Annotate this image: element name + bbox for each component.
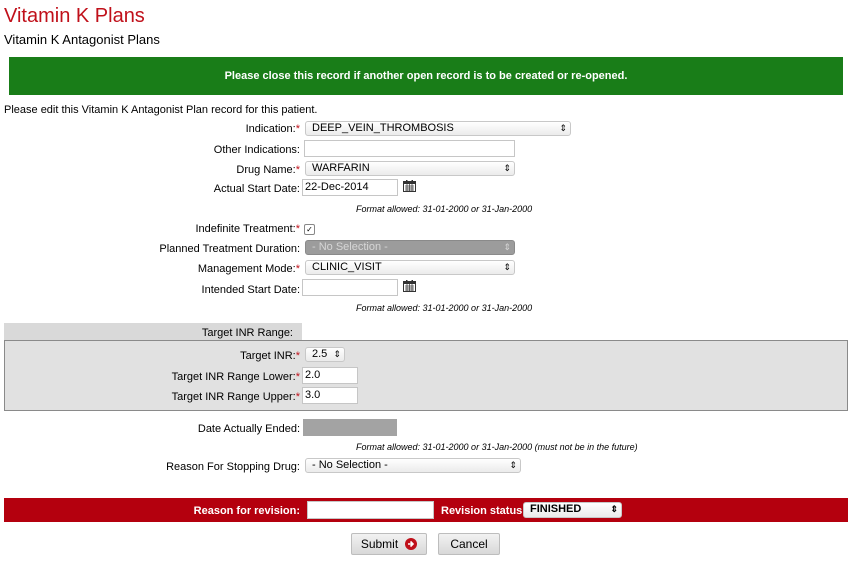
page-title: Vitamin K Plans	[4, 5, 145, 27]
select-arrow-icon: ⇕	[559, 123, 567, 133]
indefinite-treatment-label: Indefinite Treatment:*	[195, 223, 300, 235]
cancel-button[interactable]: Cancel	[438, 533, 500, 555]
reason-stopping-select[interactable]: - No Selection - ⇕	[305, 458, 521, 473]
intro-text: Please edit this Vitamin K Antagonist Pl…	[4, 104, 318, 116]
submit-button[interactable]: Submit	[351, 533, 427, 555]
date-actually-ended-input	[303, 419, 397, 436]
target-inr-lower-input[interactable]: 2.0	[302, 367, 358, 384]
other-indications-input[interactable]	[304, 140, 515, 157]
target-inr-lower-label: Target INR Range Lower:*	[171, 371, 300, 383]
notice-banner: Please close this record if another open…	[9, 57, 843, 95]
arrow-right-circle-icon	[405, 538, 418, 550]
select-arrow-icon: ⇕	[503, 163, 511, 173]
page-subtitle: Vitamin K Antagonist Plans	[4, 32, 160, 47]
date-actually-ended-label: Date Actually Ended:	[197, 423, 300, 435]
target-inr-label: Target INR:*	[240, 350, 300, 362]
format-hint: Format allowed: 31-01-2000 or 31-Jan-200…	[356, 303, 533, 313]
select-arrow-icon: ⇕	[610, 504, 618, 514]
revision-status-label: Revision status:	[441, 505, 526, 517]
planned-duration-label: Planned Treatment Duration:	[159, 243, 300, 255]
select-arrow-icon: ⇕	[509, 460, 517, 470]
reason-stopping-label: Reason For Stopping Drug:	[166, 461, 300, 473]
submit-label: Submit	[360, 537, 399, 551]
format-hint-future: Format allowed: 31-01-2000 or 31-Jan-200…	[356, 442, 638, 452]
cancel-label: Cancel	[450, 537, 488, 551]
management-mode-select[interactable]: CLINIC_VISIT ⇕	[305, 260, 515, 275]
actual-start-date-label: Actual Start Date:	[213, 183, 300, 195]
drug-name-select[interactable]: WARFARIN ⇕	[305, 161, 515, 176]
actual-start-date-input[interactable]: 22-Dec-2014	[302, 179, 398, 196]
revision-reason-label: Reason for revision:	[193, 505, 300, 517]
notice-text: Please close this record if another open…	[224, 70, 628, 82]
calendar-icon[interactable]	[403, 280, 416, 292]
target-inr-select[interactable]: 2.5 ⇕	[305, 347, 345, 362]
select-arrow-icon: ⇕	[503, 262, 511, 272]
intended-start-date-input[interactable]	[302, 279, 398, 296]
calendar-icon[interactable]	[403, 180, 416, 192]
other-indications-label: Other Indications:	[213, 144, 300, 156]
revision-reason-input[interactable]	[307, 501, 434, 519]
target-inr-upper-label: Target INR Range Upper:*	[171, 391, 300, 403]
planned-duration-select: - No Selection - ⇕	[305, 240, 515, 255]
format-hint: Format allowed: 31-01-2000 or 31-Jan-200…	[356, 204, 533, 214]
select-arrow-icon: ⇕	[503, 242, 511, 252]
indication-label: Indication:*	[245, 123, 300, 135]
intended-start-date-label: Intended Start Date:	[201, 284, 300, 296]
select-arrow-icon: ⇕	[333, 349, 341, 359]
indefinite-treatment-checkbox[interactable]: ✓	[304, 224, 315, 235]
revision-status-select[interactable]: FINISHED ⇕	[523, 502, 622, 518]
indication-select[interactable]: DEEP_VEIN_THROMBOSIS ⇕	[305, 121, 571, 136]
drug-name-label: Drug Name:*	[236, 164, 300, 176]
target-inr-range-label: Target INR Range:	[201, 327, 293, 339]
target-inr-upper-input[interactable]: 3.0	[302, 387, 358, 404]
management-mode-label: Management Mode:*	[197, 263, 300, 275]
